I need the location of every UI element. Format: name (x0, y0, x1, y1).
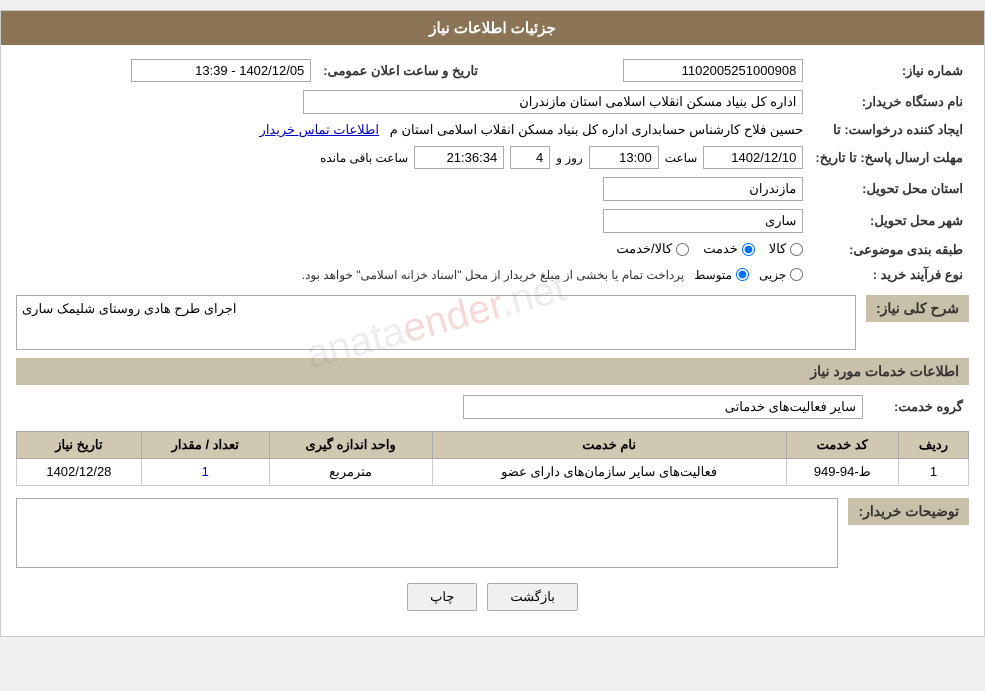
subject-radio-khadamat-input[interactable] (742, 243, 755, 256)
subject-classification-label: طبقه بندی موضوعی: (809, 237, 969, 263)
need-description-value: اجرای طرح هادی روستای شلیمک ساری (22, 301, 236, 317)
subject-radio-khadamat-label: خدمت (703, 241, 738, 257)
table-row: 1 ط-94-949 فعالیت‌های سایر سازمان‌های دا… (17, 458, 969, 485)
service-table-head: ردیف کد خدمت نام خدمت واحد اندازه گیری ت… (17, 431, 969, 458)
delivery-city-value: ساری (603, 209, 803, 233)
purchase-radio-motavaset-label: متوسط (694, 268, 732, 282)
purchase-type-label: نوع فرآیند خرید : (809, 263, 969, 287)
subject-radio-kala-label: کالا (769, 241, 787, 257)
response-day-value: 4 (510, 146, 550, 169)
subject-radio-group: کالا خدمت کالا/خدمت (616, 241, 803, 257)
purchase-radio-motavaset[interactable]: متوسط (694, 268, 749, 282)
service-info-header: اطلاعات خدمات مورد نیاز (16, 358, 969, 385)
announcement-datetime-label: تاریخ و ساعت اعلان عمومی: (317, 55, 508, 86)
service-table-header-row: ردیف کد خدمت نام خدمت واحد اندازه گیری ت… (17, 431, 969, 458)
content-area: شماره نیاز: 1102005251000908 تاریخ و ساع… (1, 45, 984, 636)
cell-code: ط-94-949 (786, 458, 898, 485)
service-group-label: گروه خدمت: (869, 391, 969, 423)
purchase-type-row: نوع فرآیند خرید : جزیی متوسط پرداخت تمام… (16, 263, 969, 287)
date-row: 1402/12/10 ساعت 13:00 روز و 4 21:36:34 س… (22, 146, 803, 169)
subject-classification-row: طبقه بندی موضوعی: کالا خدمت (16, 237, 969, 263)
delivery-city-label: شهر محل تحویل: (809, 205, 969, 237)
purchase-note: پرداخت تمام یا بخشی از مبلغ خریدار از مح… (302, 268, 685, 282)
col-name: نام خدمت (432, 431, 786, 458)
cell-date: 1402/12/28 (17, 458, 142, 485)
delivery-province-label: استان محل تحویل: (809, 173, 969, 205)
col-date: تاریخ نیاز (17, 431, 142, 458)
buyer-org-label: نام دستگاه خریدار: (809, 86, 969, 118)
buyer-description-header: توضیحات خریدار: (848, 498, 969, 525)
response-date-value: 1402/12/10 (703, 146, 803, 169)
service-group-table: گروه خدمت: سایر فعالیت‌های خدماتی (16, 391, 969, 423)
buyer-org-value: اداره کل بنیاد مسکن انقلاب اسلامی استان … (303, 90, 803, 114)
service-group-value: سایر فعالیت‌های خدماتی (463, 395, 863, 419)
creator-value: حسین فلاح کارشناس حسابداری اداره کل بنیا… (390, 122, 804, 137)
response-deadline-row: مهلت ارسال پاسخ: تا تاریخ: 1402/12/10 سا… (16, 142, 969, 173)
response-time-label: ساعت (665, 151, 698, 165)
cell-quantity: 1 (141, 458, 269, 485)
purchase-radio-jozi-input[interactable] (790, 268, 803, 281)
need-description-header: شرح کلی نیاز: (866, 295, 969, 322)
purchase-radio-jozi-label: جزیی (759, 268, 786, 282)
announcement-datetime-value: 1402/12/05 - 13:39 (131, 59, 311, 82)
page-title: جزئیات اطلاعات نیاز (1, 11, 984, 45)
purchase-radio-motavaset-input[interactable] (736, 268, 749, 281)
service-table-body: 1 ط-94-949 فعالیت‌های سایر سازمان‌های دا… (17, 458, 969, 485)
service-group-row: گروه خدمت: سایر فعالیت‌های خدماتی (16, 391, 969, 423)
subject-radio-kala-khadamat-input[interactable] (676, 243, 689, 256)
delivery-city-row: شهر محل تحویل: ساری (16, 205, 969, 237)
col-row-num: ردیف (898, 431, 968, 458)
back-button[interactable]: بازگشت (487, 583, 577, 611)
need-description-wrapper: anataender.net اجرای طرح هادی روستای شلی… (16, 295, 856, 350)
delivery-province-value: مازندران (603, 177, 803, 201)
response-day-label: روز و (556, 151, 583, 165)
need-description-section: شرح کلی نیاز: anataender.net اجرای طرح ه… (16, 295, 969, 350)
process-type-row: جزیی متوسط پرداخت تمام یا بخشی از مبلغ خ… (22, 268, 803, 282)
subject-radio-kala-khadamat-label: کالا/خدمت (616, 241, 672, 257)
response-time-value: 13:00 (589, 146, 659, 169)
cell-name: فعالیت‌های سایر سازمان‌های دارای عضو (432, 458, 786, 485)
delivery-province-row: استان محل تحویل: مازندران (16, 173, 969, 205)
announcement-number-value: 1102005251000908 (623, 59, 803, 82)
page-wrapper: جزئیات اطلاعات نیاز شماره نیاز: 11020052… (0, 10, 985, 637)
print-button[interactable]: چاپ (407, 583, 477, 611)
button-row: بازگشت چاپ (16, 583, 969, 611)
col-code: کد خدمت (786, 431, 898, 458)
purchase-radio-jozi[interactable]: جزیی (759, 268, 803, 282)
buyer-description-section: توضیحات خریدار: (16, 498, 969, 568)
announcement-number-label: شماره نیاز: (809, 55, 969, 86)
response-remaining-value: 21:36:34 (414, 146, 504, 169)
subject-radio-kala[interactable]: کالا (769, 241, 804, 257)
main-info-table: شماره نیاز: 1102005251000908 تاریخ و ساع… (16, 55, 969, 287)
col-quantity: تعداد / مقدار (141, 431, 269, 458)
service-table: ردیف کد خدمت نام خدمت واحد اندازه گیری ت… (16, 431, 969, 486)
col-unit: واحد اندازه گیری (269, 431, 432, 458)
cell-row-num: 1 (898, 458, 968, 485)
response-remaining-label: ساعت باقی مانده (320, 151, 408, 165)
buyer-description-box (16, 498, 838, 568)
creator-label: ایجاد کننده درخواست: تا (809, 118, 969, 142)
creator-contact-link[interactable]: اطلاعات تماس خریدار (260, 122, 379, 137)
buyer-org-row: نام دستگاه خریدار: اداره کل بنیاد مسکن ا… (16, 86, 969, 118)
buyer-description-wrapper (16, 498, 838, 568)
cell-unit: مترمربع (269, 458, 432, 485)
subject-radio-khadamat[interactable]: خدمت (703, 241, 755, 257)
response-deadline-label: مهلت ارسال پاسخ: تا تاریخ: (809, 142, 969, 173)
subject-radio-kala-input[interactable] (790, 243, 803, 256)
subject-radio-kala-khadamat[interactable]: کالا/خدمت (616, 241, 689, 257)
creator-row: ایجاد کننده درخواست: تا حسین فلاح کارشنا… (16, 118, 969, 142)
announcement-row: شماره نیاز: 1102005251000908 تاریخ و ساع… (16, 55, 969, 86)
need-description-box: anataender.net اجرای طرح هادی روستای شلی… (16, 295, 856, 350)
